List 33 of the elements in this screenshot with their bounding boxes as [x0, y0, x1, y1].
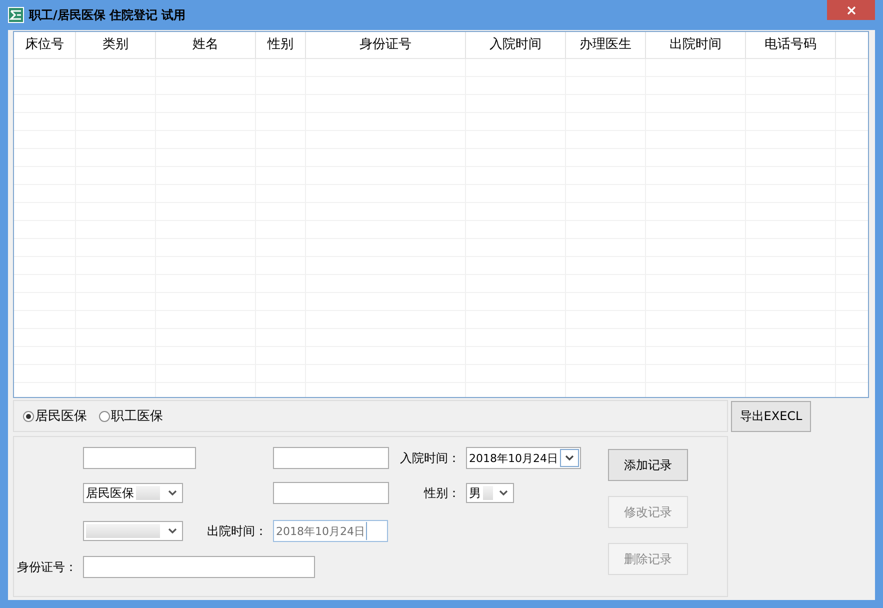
column-header[interactable]: 电话号码: [746, 32, 836, 58]
close-button[interactable]: [827, 0, 875, 20]
app-logo-icon: [8, 7, 24, 23]
record-button[interactable]: 添加记录: [608, 449, 688, 481]
category-select[interactable]: 居民医保: [83, 483, 183, 503]
field-label: 出院时间：: [207, 523, 268, 540]
text-input[interactable]: [273, 447, 389, 469]
text-input[interactable]: [273, 482, 389, 504]
insurance-radio[interactable]: 居民医保: [23, 407, 87, 425]
column-header[interactable]: 身份证号: [306, 32, 466, 58]
insurance-radio[interactable]: 职工医保: [99, 407, 163, 425]
column-header[interactable]: 姓名: [156, 32, 256, 58]
column-header[interactable]: 出院时间: [646, 32, 746, 58]
window-title: 职工/居民医保 住院登记 试用: [29, 7, 186, 24]
id-number-input[interactable]: [83, 556, 315, 578]
field-label: 身份证号：: [17, 559, 78, 576]
column-header[interactable]: 性别: [256, 32, 306, 58]
caret-icon: [565, 455, 574, 461]
export-button[interactable]: 导出EXECL: [731, 401, 811, 432]
column-header[interactable]: 办理医生: [566, 32, 646, 58]
gender-select[interactable]: 男: [466, 483, 514, 503]
close-icon: [846, 6, 856, 14]
field-label: 性别：: [424, 485, 461, 502]
caret-icon: [168, 528, 177, 534]
column-header[interactable]: 床位号: [14, 32, 76, 58]
caret-icon: [168, 490, 177, 496]
text-input[interactable]: [83, 447, 196, 469]
admit-date-picker[interactable]: 2018年10月24日: [466, 447, 581, 469]
column-header[interactable]: 类别: [76, 32, 156, 58]
caret-icon: [499, 490, 508, 496]
column-header[interactable]: 入院时间: [466, 32, 566, 58]
field-label: 入院时间：: [400, 450, 461, 467]
dropdown-select[interactable]: [83, 521, 183, 541]
